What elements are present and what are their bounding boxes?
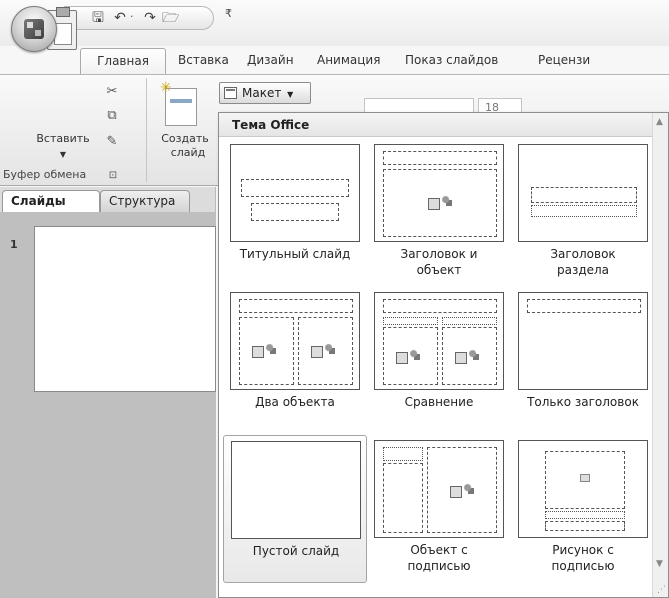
object-icon — [396, 348, 424, 364]
content-placeholder-left — [239, 317, 294, 385]
tab-animation[interactable]: Анимация — [309, 48, 388, 74]
title-placeholder — [239, 299, 353, 313]
undo-dropdown-icon[interactable]: · — [130, 10, 134, 23]
title-placeholder — [527, 299, 641, 313]
layout-thumbnail — [231, 441, 361, 539]
group-divider — [146, 78, 147, 182]
text-placeholder — [531, 205, 637, 217]
content-placeholder — [427, 447, 497, 533]
paste-label[interactable]: Вставить — [30, 132, 96, 146]
new-slide-label[interactable]: Создать — [155, 132, 215, 146]
object-icon — [455, 348, 483, 364]
layout-label: Только заголовок — [527, 395, 639, 409]
content-placeholder-left — [383, 327, 438, 385]
subtitle-placeholder — [251, 203, 339, 221]
layout-label: Сравнение — [404, 395, 474, 409]
tab-insert[interactable]: Вставка — [170, 48, 237, 74]
content-placeholder — [383, 169, 497, 237]
picture-icon — [580, 474, 590, 482]
layout-gallery: Тема Office ▲ ▼ Титульный слайд Заголово… — [218, 112, 669, 598]
layout-thumbnail — [230, 292, 360, 390]
format-painter-icon[interactable]: ✎ — [104, 134, 120, 150]
office-button[interactable] — [11, 6, 57, 52]
title-placeholder — [383, 151, 497, 165]
title-placeholder — [531, 187, 637, 203]
layout-label: Объект с подписью — [407, 543, 471, 573]
undo-icon[interactable]: ↶ — [112, 10, 128, 26]
chevron-down-icon: ▼ — [287, 90, 294, 99]
save-icon[interactable]: 🖫 — [90, 10, 106, 26]
redo-icon[interactable]: ↷ — [142, 10, 158, 26]
layout-label: Титульный слайд — [239, 247, 351, 261]
new-slide-label-2[interactable]: слайд — [158, 146, 218, 160]
layout-label: Заголовок и объект — [400, 247, 478, 277]
layout-icon — [224, 87, 237, 99]
object-icon — [450, 482, 478, 498]
object-icon — [252, 342, 280, 358]
object-icon — [428, 194, 456, 210]
open-icon[interactable]: 🗁 — [162, 10, 179, 26]
pane-tabs: Структура Слайды — [0, 190, 216, 212]
caption-title-placeholder — [383, 447, 423, 461]
copy-icon[interactable]: ⧉ — [104, 108, 120, 124]
content-placeholder-right — [442, 327, 497, 385]
layout-thumbnail — [374, 292, 504, 390]
layout-thumbnail — [518, 144, 648, 242]
layout-title-only[interactable]: Только заголовок — [511, 287, 655, 435]
object-icon — [311, 342, 339, 358]
slide-thumbnail[interactable] — [34, 226, 216, 392]
layout-thumbnail — [230, 144, 360, 242]
layout-title-content[interactable]: Заголовок и объект — [367, 139, 511, 287]
cut-icon[interactable]: ✂ — [104, 84, 120, 100]
caption-text-placeholder — [383, 463, 423, 533]
tab-slideshow[interactable]: Показ слайдов — [397, 48, 506, 74]
quick-access-toolbar: 🖫 ↶ · ↷ 🗁 — [64, 6, 214, 30]
heading-placeholder-right — [442, 317, 497, 325]
tab-review[interactable]: Рецензи — [530, 48, 598, 74]
layout-button[interactable]: Макет ▼ — [219, 82, 311, 104]
caption-title-placeholder — [545, 511, 625, 519]
ribbon-tabs: Главная Вставка Дизайн Анимация Показ сл… — [0, 46, 669, 74]
layout-thumbnail — [374, 440, 504, 538]
slide-number: 1 — [10, 238, 18, 251]
gallery-header: Тема Office — [219, 113, 668, 137]
content-placeholder-right — [298, 317, 353, 385]
picture-placeholder — [545, 451, 625, 509]
tab-home[interactable]: Главная — [80, 48, 166, 74]
layout-title-slide[interactable]: Титульный слайд — [223, 139, 367, 287]
layout-label: Рисунок с подписью — [551, 543, 615, 573]
layout-label: Два объекта — [255, 395, 335, 409]
resize-grip-icon[interactable]: ⋰ — [657, 585, 666, 595]
title-placeholder — [383, 299, 497, 313]
clipboard-group-label: Буфер обмена — [3, 168, 87, 181]
layout-picture-caption[interactable]: Рисунок с подписью — [511, 435, 655, 583]
heading-placeholder-left — [383, 317, 438, 325]
office-logo-icon — [24, 19, 44, 39]
layout-two-content[interactable]: Два объекта — [223, 287, 367, 435]
layout-label: Макет — [242, 86, 282, 100]
scroll-down-icon[interactable]: ▼ — [656, 559, 663, 569]
layout-content-caption[interactable]: Объект с подписью — [367, 435, 511, 583]
tab-outline[interactable]: Структура — [100, 190, 190, 212]
layout-thumbnail — [518, 440, 648, 538]
layout-thumbnail — [518, 292, 648, 390]
layout-label: Заголовок раздела — [550, 247, 616, 277]
tab-slides[interactable]: Слайды — [2, 190, 100, 212]
layout-label: Пустой слайд — [252, 544, 340, 558]
scroll-up-icon[interactable]: ▲ — [656, 117, 663, 127]
paste-dropdown-icon[interactable]: ▼ — [56, 148, 70, 162]
caption-text-placeholder — [545, 521, 625, 531]
customize-qat-icon[interactable]: ₹ — [225, 7, 232, 20]
new-slide-icon[interactable] — [160, 80, 197, 126]
title-placeholder — [241, 179, 349, 197]
clipboard-launcher-icon[interactable]: ⊡ — [105, 168, 121, 184]
tab-design[interactable]: Дизайн — [239, 48, 302, 74]
layout-thumbnail — [374, 144, 504, 242]
layout-section-header[interactable]: Заголовок раздела — [511, 139, 655, 287]
layout-comparison[interactable]: Сравнение — [367, 287, 511, 435]
layout-blank[interactable]: Пустой слайд — [223, 435, 367, 583]
